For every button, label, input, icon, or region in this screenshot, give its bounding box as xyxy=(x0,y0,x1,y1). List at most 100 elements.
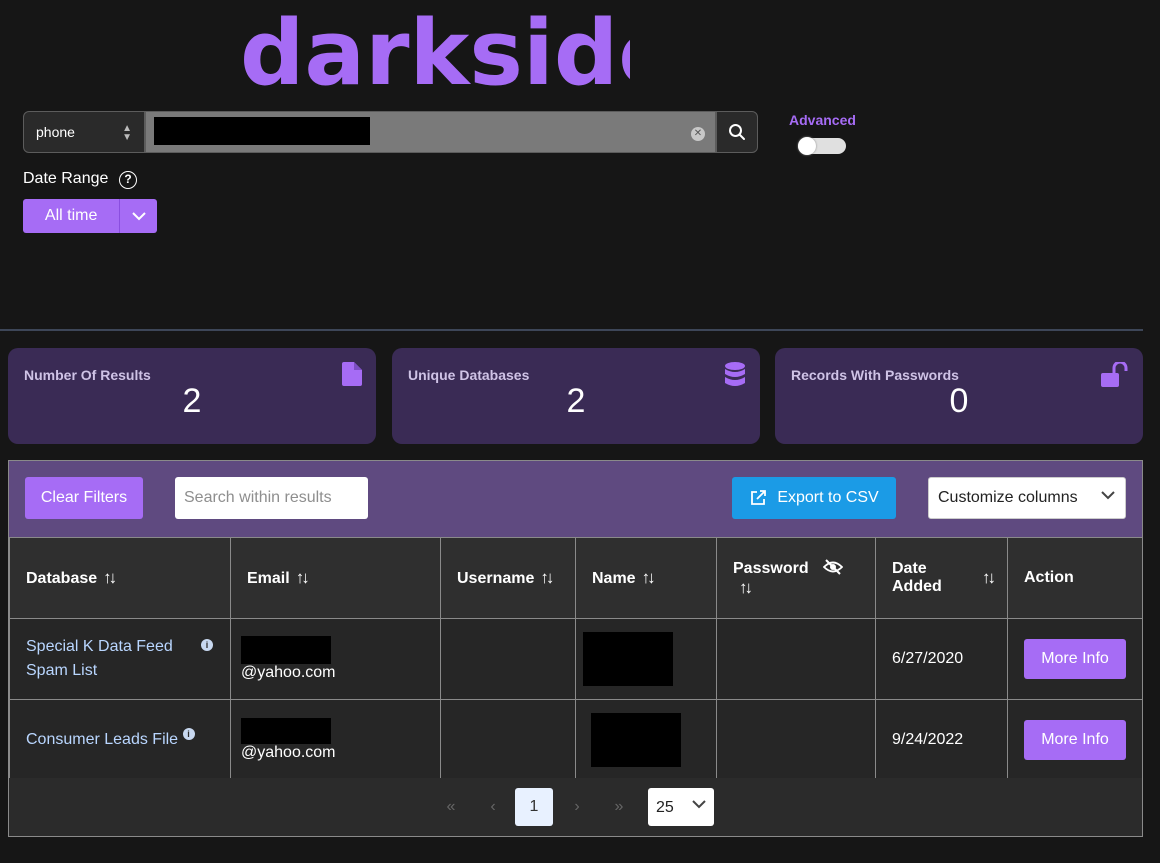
name-cell xyxy=(575,699,717,781)
clear-filters-button[interactable]: Clear Filters xyxy=(25,477,143,519)
header-label-line1: Date xyxy=(892,560,927,577)
stat-value: 2 xyxy=(182,382,202,420)
sort-icon[interactable]: ↑↓ xyxy=(103,568,117,588)
database-cell: Special K Data Feed Spam List i xyxy=(9,618,231,700)
toggle-knob xyxy=(798,137,816,155)
page-1-button[interactable]: 1 xyxy=(515,788,553,826)
redacted-name xyxy=(591,713,681,767)
header-label: Database xyxy=(26,570,98,587)
column-header-username[interactable]: Username ↑↓ xyxy=(440,537,576,619)
customize-columns-label: Customize columns xyxy=(938,489,1078,506)
header-label: Username xyxy=(457,570,535,587)
table-row: Consumer Leads File i @yahoo.com 9/24/20… xyxy=(9,699,1143,781)
database-link[interactable]: Consumer Leads File xyxy=(26,731,178,748)
prev-page-button[interactable]: ‹ xyxy=(481,788,505,826)
stat-value: 2 xyxy=(566,382,586,420)
sort-icon[interactable]: ↑↓ xyxy=(296,568,310,588)
database-link-line2: Spam List xyxy=(26,662,98,679)
more-info-button[interactable]: More Info xyxy=(1024,720,1126,760)
date-range-value[interactable]: All time xyxy=(23,199,119,233)
column-header-password[interactable]: Password ↑↓ xyxy=(716,537,876,619)
header-label-line2: Added xyxy=(892,578,942,595)
email-domain: @yahoo.com xyxy=(241,664,336,681)
username-cell xyxy=(440,699,576,781)
header-label: Password xyxy=(733,559,809,577)
action-cell: More Info xyxy=(1007,618,1143,700)
database-link-line1: Special K Data Feed xyxy=(26,638,173,655)
advanced-toggle[interactable] xyxy=(798,137,846,155)
last-page-button[interactable]: » xyxy=(607,788,631,826)
column-header-email[interactable]: Email ↑↓ xyxy=(230,537,441,619)
database-link[interactable]: Special K Data Feed Spam List xyxy=(26,638,173,679)
sort-icon[interactable]: ↑↓ xyxy=(642,568,656,588)
column-header-date-added[interactable]: Date Added ↑↓ xyxy=(875,537,1008,619)
chevron-down-icon xyxy=(1101,491,1115,500)
date-range-button[interactable]: All time xyxy=(23,199,157,233)
username-cell xyxy=(440,618,576,700)
email-cell: @yahoo.com xyxy=(230,618,441,700)
redacted-email xyxy=(241,636,331,664)
info-icon[interactable]: i xyxy=(201,639,213,651)
more-info-button[interactable]: More Info xyxy=(1024,639,1126,679)
external-link-icon xyxy=(751,490,767,505)
search-type-select[interactable]: phone ▲ ▼ xyxy=(23,111,145,153)
email-cell: @yahoo.com xyxy=(230,699,441,781)
date-range-dropdown[interactable] xyxy=(119,199,157,233)
next-page-button[interactable]: › xyxy=(565,788,589,826)
stat-card-passwords: Records With Passwords 0 xyxy=(775,348,1143,444)
stat-value: 0 xyxy=(949,382,969,420)
stat-card-databases: Unique Databases 2 xyxy=(392,348,760,444)
export-csv-button[interactable]: Export to CSV xyxy=(732,477,896,519)
header-label: Name xyxy=(592,570,636,587)
search-within-results-input[interactable]: Search within results xyxy=(175,477,368,519)
search-input[interactable]: ✕ xyxy=(145,111,716,153)
search-button[interactable] xyxy=(716,111,758,153)
results-panel: Clear Filters Search within results Expo… xyxy=(8,460,1143,837)
sort-icon[interactable]: ↑↓ xyxy=(540,568,554,588)
info-icon[interactable]: i xyxy=(182,728,195,740)
logo-text: darkside xyxy=(240,1,630,96)
date-cell: 6/27/2020 xyxy=(875,618,1008,700)
pagination: « ‹ 1 › » 25 xyxy=(9,778,1142,836)
table-header-row: Database ↑↓ Email ↑↓ Username ↑↓ Name ↑↓ Pas… xyxy=(9,537,1143,619)
page-size-value: 25 xyxy=(656,799,674,816)
action-cell: More Info xyxy=(1007,699,1143,781)
header-label: Date Added xyxy=(892,560,942,595)
customize-columns-select[interactable]: Customize columns xyxy=(928,477,1126,519)
redacted-query xyxy=(154,117,370,145)
column-header-database[interactable]: Database ↑↓ xyxy=(9,537,231,619)
date-cell: 9/24/2022 xyxy=(875,699,1008,781)
date-range-label: Date Range xyxy=(23,170,109,187)
page-size-select[interactable]: 25 xyxy=(648,788,714,826)
column-header-name[interactable]: Name ↑↓ xyxy=(575,537,717,619)
help-icon[interactable]: ? xyxy=(119,171,137,189)
password-cell xyxy=(716,699,876,781)
column-header-action: Action xyxy=(1007,537,1143,619)
results-toolbar: Clear Filters Search within results Expo… xyxy=(9,461,1142,537)
redacted-email xyxy=(241,718,331,744)
sort-icon[interactable]: ↑↓ xyxy=(739,578,753,598)
stat-label: Unique Databases xyxy=(408,367,530,383)
first-page-button[interactable]: « xyxy=(439,788,463,826)
file-icon xyxy=(342,362,362,391)
clear-search-icon[interactable]: ✕ xyxy=(691,127,705,141)
password-cell xyxy=(716,618,876,700)
select-caret-icon: ▲ ▼ xyxy=(122,123,132,143)
search-type-value: phone xyxy=(36,124,75,140)
darkside-logo: darkside xyxy=(240,0,679,106)
header-label: Email xyxy=(247,570,290,587)
eye-slash-icon[interactable] xyxy=(822,558,844,575)
stat-card-results: Number Of Results 2 xyxy=(8,348,376,444)
database-cell: Consumer Leads File i xyxy=(9,699,231,781)
results-table: Database ↑↓ Email ↑↓ Username ↑↓ Name ↑↓ Pas… xyxy=(9,537,1143,781)
chevron-down-icon xyxy=(692,800,706,809)
section-divider xyxy=(0,329,1143,331)
sort-icon[interactable]: ↑↓ xyxy=(982,568,996,588)
name-cell xyxy=(575,618,717,700)
chevron-down-icon xyxy=(131,211,146,220)
search-icon xyxy=(729,124,745,140)
stat-label: Number Of Results xyxy=(24,367,151,383)
email-domain: @yahoo.com xyxy=(241,744,336,761)
stat-label: Records With Passwords xyxy=(791,367,959,383)
advanced-label: Advanced xyxy=(789,112,856,128)
